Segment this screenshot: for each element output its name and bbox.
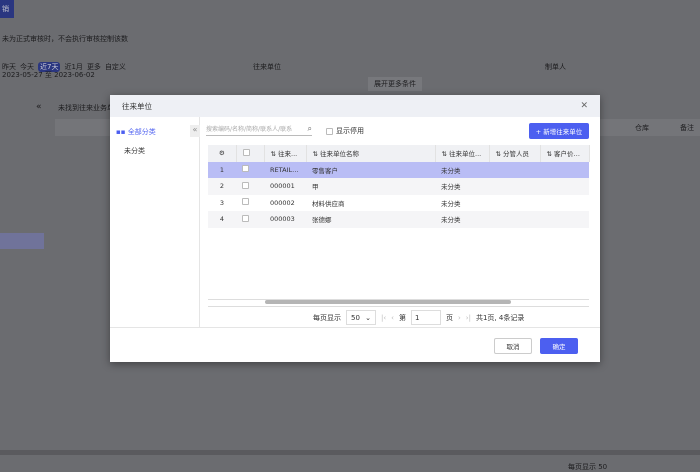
cell-price — [540, 161, 589, 178]
search-placeholder: 搜索编码/名称/简称/联系人/联系 — [206, 126, 293, 133]
close-icon[interactable]: ✕ — [580, 101, 588, 111]
partner-list-panel: 搜索编码/名称/简称/联系人/联系 ⌕ 显示停用 + 新增往来单位 ⚙ ⇅ 往来… — [201, 117, 600, 328]
chevron-down-icon: ⌄ — [365, 313, 371, 322]
cell-category: 未分类 — [435, 161, 489, 178]
cell-category: 未分类 — [435, 211, 489, 228]
cell-price — [540, 195, 589, 212]
dialog-header: 往来单位 ✕ — [110, 95, 600, 117]
cell-staff — [489, 161, 540, 178]
cell-name: 张德娜 — [306, 211, 435, 228]
cancel-button[interactable]: 取消 — [494, 338, 532, 354]
table-row[interactable]: 2 000001 甲未分类 — [208, 178, 589, 195]
cell-price — [540, 178, 589, 195]
partner-select-dialog: 往来单位 ✕ ▪▪ 全部分类 未分类 « 搜索编码/名称/简称/联系人/联系 ⌕… — [110, 95, 600, 362]
select-all-checkbox[interactable] — [236, 145, 265, 162]
last-page-icon[interactable]: ›| — [466, 314, 471, 322]
background-sidebar-active[interactable] — [0, 233, 44, 249]
cell-code: RETAIL_... — [264, 161, 306, 178]
cell-name: 零售客户 — [306, 161, 435, 178]
col-note: 备注 — [680, 124, 694, 132]
collapse-tree-icon[interactable]: « — [190, 125, 200, 137]
cell-code: 000001 — [264, 178, 306, 195]
table-row[interactable]: 3 000002 材料供应商 未分类 — [208, 195, 589, 212]
row-checkbox[interactable] — [236, 178, 264, 195]
cell-code: 000003 — [264, 211, 306, 228]
cell-code: 000002 — [270, 198, 295, 207]
tree-item-uncategorized[interactable]: 未分类 — [124, 146, 145, 156]
col-price[interactable]: ⇅ 客户价格... — [540, 145, 590, 162]
row-checkbox[interactable] — [236, 161, 264, 178]
cell-category: 未分类 — [441, 199, 461, 208]
confirm-button[interactable]: 确定 — [540, 338, 578, 354]
date-range[interactable]: 2023-05-27 至 2023-06-02 — [2, 70, 95, 80]
col-category[interactable]: ⇅ 往来单位... — [435, 145, 490, 162]
footer-divider — [110, 327, 600, 328]
pagination: 每页显示 50 ⌄ |‹ ‹ 第 1 页 › ›| 共1页, 4条记录 — [313, 310, 524, 325]
tree-item-all[interactable]: ▪▪ 全部分类 — [116, 127, 156, 137]
dialog-title: 往来单位 — [122, 101, 152, 111]
row-number: 4 — [208, 211, 236, 228]
show-disabled-checkbox[interactable]: 显示停用 — [326, 126, 364, 136]
col-code[interactable]: ⇅ 往来... — [264, 145, 307, 162]
row-number: 1 — [208, 161, 236, 178]
filter-custom[interactable]: 自定义 — [105, 62, 126, 72]
col-name[interactable]: ⇅ 往来单位名称 — [306, 145, 436, 162]
cell-staff — [489, 195, 540, 212]
partner-table: ⚙ ⇅ 往来... ⇅ 往来单位名称 ⇅ 往来单位... ⇅ 分管人员 ⇅ 客户… — [208, 145, 590, 228]
notice-text: 未为正式审核时，不会执行审核控制该数 — [2, 35, 128, 43]
search-input[interactable]: 搜索编码/名称/简称/联系人/联系 ⌕ — [206, 122, 312, 136]
next-page-icon[interactable]: › — [458, 314, 461, 322]
prev-page-icon[interactable]: ‹ — [391, 314, 394, 322]
row-number: 3 — [219, 198, 225, 207]
background-scrollbar[interactable] — [0, 450, 700, 455]
table-row[interactable]: 1 RETAIL_... 零售客户 未分类 — [208, 161, 589, 178]
first-page-icon[interactable]: |‹ — [381, 314, 386, 322]
cell-name: 材料供应商 — [312, 199, 345, 208]
horizontal-scrollbar[interactable] — [265, 300, 511, 304]
collapse-icon[interactable]: « — [36, 102, 42, 112]
expand-conditions-button[interactable]: 展开更多条件 — [368, 77, 422, 91]
category-tree: ▪▪ 全部分类 未分类 « — [110, 117, 200, 328]
partner-label: 往来单位 — [253, 63, 281, 71]
add-partner-button[interactable]: + 新增往来单位 — [529, 123, 589, 139]
cell-name: 甲 — [306, 178, 435, 195]
background-pager: 每页显示 50 — [568, 463, 608, 471]
row-number: 2 — [208, 178, 236, 195]
tree-label: 全部分类 — [127, 128, 156, 136]
show-disabled-label: 显示停用 — [336, 127, 364, 135]
row-checkbox[interactable] — [236, 195, 264, 212]
cell-staff — [489, 178, 540, 195]
maker-label: 制单人 — [545, 63, 566, 71]
search-icon[interactable]: ⌕ — [308, 124, 312, 134]
per-page-label: 每页显示 — [313, 313, 341, 322]
col-warehouse: 仓库 — [635, 124, 649, 132]
page-input[interactable]: 1 — [410, 310, 441, 325]
col-staff[interactable]: ⇅ 分管人员 — [489, 145, 541, 162]
cell-category: 未分类 — [435, 178, 489, 195]
cell-staff — [489, 211, 540, 228]
divider — [208, 306, 589, 307]
grid-icon: ▪▪ — [116, 128, 128, 136]
page-tab[interactable]: 销 — [0, 0, 14, 18]
table-row[interactable]: 4 000003 张德娜 未分类 — [208, 211, 589, 228]
per-page-select[interactable]: 50 ⌄ — [346, 310, 376, 325]
checkbox[interactable] — [326, 127, 333, 135]
settings-icon[interactable]: ⚙ — [208, 145, 237, 162]
page-prefix: 第 — [398, 313, 406, 322]
page-suffix: 页 — [445, 313, 453, 322]
cell-price — [540, 211, 589, 228]
page-summary: 共1页, 4条记录 — [475, 313, 525, 322]
row-checkbox[interactable] — [236, 211, 264, 228]
